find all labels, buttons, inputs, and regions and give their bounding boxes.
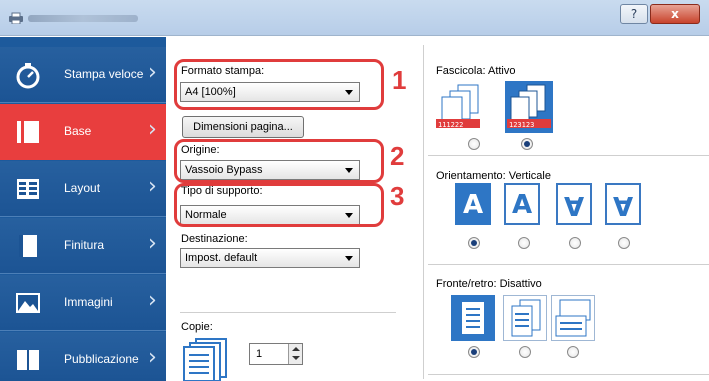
callout-box-1 xyxy=(174,59,384,110)
single-sided-icon xyxy=(462,302,484,334)
main-panel: Formato stampa: A4 [100%] Dimensioni pag… xyxy=(166,37,709,381)
sidebar-item-label: Finitura xyxy=(64,238,105,252)
destination-value: Impost. default xyxy=(185,252,258,264)
callout-number-2: 2 xyxy=(390,141,405,171)
duplex-long-edge-radio[interactable] xyxy=(519,346,531,358)
orientation-landscape-option[interactable]: A xyxy=(504,183,540,225)
orientation-portrait-radio[interactable] xyxy=(468,237,480,249)
divider xyxy=(180,312,396,313)
page-size-button[interactable]: Dimensioni pagina... xyxy=(182,116,304,138)
stopwatch-icon xyxy=(16,63,40,89)
duplex-short-edge-radio[interactable] xyxy=(567,346,579,358)
collate-off-text: 111222 xyxy=(438,121,463,129)
sidebar-item-label: Pubblicazione xyxy=(64,352,139,366)
arrow-down-icon[interactable] xyxy=(292,356,300,360)
image-icon xyxy=(16,293,40,313)
divider xyxy=(428,155,709,156)
sidebar-item-label: Immagini xyxy=(64,295,113,309)
copies-icon xyxy=(183,338,227,381)
sidebar-item-layout[interactable]: Layout › xyxy=(0,161,166,217)
title-bar: ? x xyxy=(0,0,709,36)
chevron-right-icon: › xyxy=(148,117,157,142)
orientation-label: Orientamento: Verticale xyxy=(436,170,551,182)
orientation-landscape-radio[interactable] xyxy=(518,237,530,249)
collate-on-text: 123123 xyxy=(509,121,534,129)
duplex-value: Disattivo xyxy=(499,278,542,290)
sidebar-item-label: Layout xyxy=(64,181,101,195)
orientation-portrait-option[interactable]: A xyxy=(455,183,491,225)
landscape-glyph: A xyxy=(511,190,533,220)
column-divider xyxy=(423,45,424,379)
chevron-right-icon: › xyxy=(148,174,157,199)
duplex-label: Fronte/retro: Disattivo xyxy=(436,278,542,290)
sidebar-item-pubblicazione[interactable]: Pubblicazione › xyxy=(0,332,166,381)
close-button[interactable]: x xyxy=(650,4,700,24)
collate-value: Attivo xyxy=(487,65,516,77)
portrait-glyph: A xyxy=(462,190,484,220)
duplex-long-edge-icon xyxy=(511,299,541,337)
rotated-landscape-glyph: A xyxy=(612,190,634,220)
divider xyxy=(428,264,709,265)
sidebar-item-label: Base xyxy=(64,124,92,138)
chevron-down-icon xyxy=(345,256,353,261)
collate-off-radio[interactable] xyxy=(468,138,480,150)
divider xyxy=(428,374,709,375)
publication-icon xyxy=(17,350,39,370)
orientation-rotated-landscape-radio[interactable] xyxy=(618,237,630,249)
orientation-value: Verticale xyxy=(508,170,551,182)
duplex-off-radio[interactable] xyxy=(468,346,480,358)
printer-icon xyxy=(9,12,23,24)
stepper-buttons[interactable] xyxy=(288,344,302,364)
copies-stepper[interactable]: 1 xyxy=(249,343,303,365)
sidebar-item-base[interactable]: Base › xyxy=(0,104,166,160)
collate-label: Fascicola: Attivo xyxy=(436,65,516,77)
duplex-off-option[interactable] xyxy=(451,295,495,341)
chevron-right-icon: › xyxy=(148,345,157,370)
chevron-right-icon: › xyxy=(148,288,157,313)
sidebar-item-finitura[interactable]: Finitura › xyxy=(0,218,166,274)
rotated-portrait-glyph: A xyxy=(563,190,585,220)
destination-label: Destinazione: xyxy=(181,233,248,245)
destination-select[interactable]: Impost. default xyxy=(180,248,360,268)
collate-on-option[interactable]: 123123 xyxy=(505,81,553,133)
chevron-right-icon: › xyxy=(148,60,157,85)
sidebar: Stampa veloce › Base › Layout › Finitura… xyxy=(0,37,166,381)
callout-box-3 xyxy=(174,183,384,227)
collate-on-radio[interactable] xyxy=(521,138,533,150)
callout-box-2 xyxy=(174,139,384,183)
copies-label: Copie: xyxy=(181,321,213,333)
callout-number-3: 3 xyxy=(390,181,405,211)
orientation-rotated-landscape-option[interactable]: A xyxy=(605,183,641,225)
arrow-up-icon[interactable] xyxy=(292,347,300,351)
sidebar-item-label: Stampa veloce xyxy=(64,67,144,81)
collate-on-icon: 123123 xyxy=(507,84,551,129)
window-title xyxy=(28,15,138,22)
page-icon xyxy=(17,121,39,143)
duplex-short-edge-icon xyxy=(555,299,591,337)
sidebar-item-stampa-veloce[interactable]: Stampa veloce › xyxy=(0,47,166,103)
orientation-rotated-portrait-option[interactable]: A xyxy=(556,183,592,225)
finishing-icon xyxy=(19,235,37,257)
copies-value: 1 xyxy=(256,348,263,360)
sidebar-item-immagini[interactable]: Immagini › xyxy=(0,275,166,331)
collate-off-icon[interactable]: 111222 xyxy=(436,81,486,131)
duplex-short-edge-option[interactable] xyxy=(551,295,595,341)
callout-number-1: 1 xyxy=(392,65,407,95)
layout-icon xyxy=(17,179,39,199)
help-button[interactable]: ? xyxy=(620,4,648,24)
duplex-long-edge-option[interactable] xyxy=(503,295,547,341)
orientation-rotated-portrait-radio[interactable] xyxy=(569,237,581,249)
chevron-right-icon: › xyxy=(148,231,157,256)
